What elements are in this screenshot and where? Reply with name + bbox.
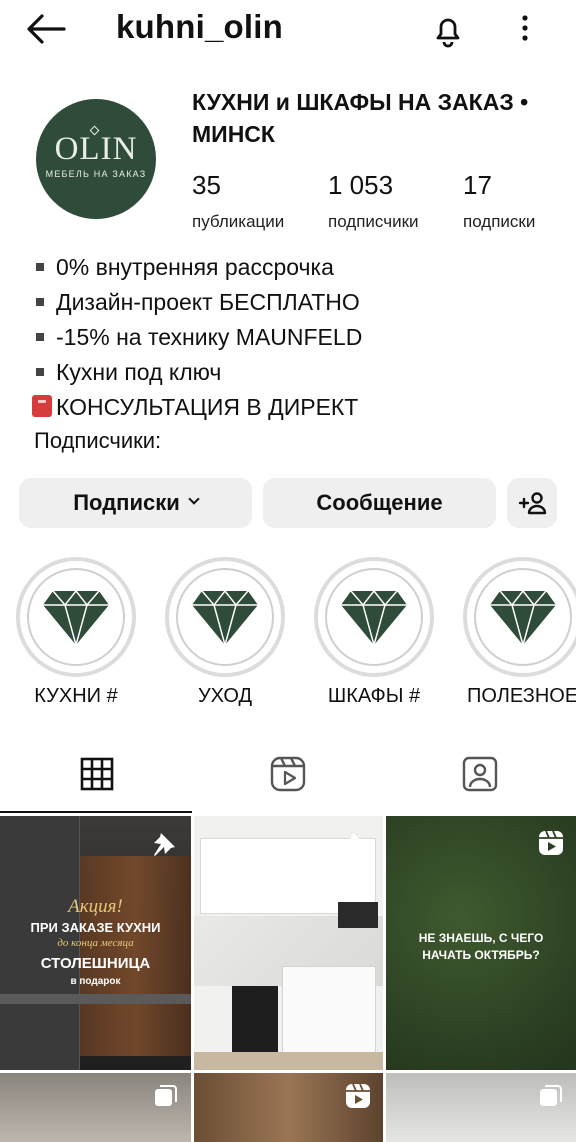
stat-following-value: 17 bbox=[463, 170, 492, 200]
highlight-ring bbox=[314, 557, 434, 677]
stat-following[interactable]: 17 подписки bbox=[463, 170, 535, 232]
profile-display-name: КУХНИ и ШКАФЫ НА ЗАКАЗ • МИНСК bbox=[192, 86, 562, 150]
post-thumbnail[interactable] bbox=[194, 816, 383, 1070]
pin-icon bbox=[346, 833, 367, 856]
reels-icon bbox=[346, 1083, 370, 1108]
post-caption-overlay: НЕ ЗНАЕШЬ, С ЧЕГО НАЧАТЬ ОКТЯБРЬ? bbox=[386, 930, 576, 964]
diamond-icon bbox=[43, 589, 109, 647]
highlight-item[interactable]: ШКАФЫ # bbox=[314, 557, 434, 708]
add-person-icon bbox=[518, 492, 547, 515]
post-caption-line: НАЧАТЬ ОКТЯБРЬ? bbox=[422, 948, 540, 962]
bullet-square-icon bbox=[36, 262, 44, 271]
post-thumbnail[interactable] bbox=[0, 1073, 191, 1142]
reels-icon[interactable] bbox=[268, 754, 308, 794]
bio-line-text: 0% внутренняя рассрочка bbox=[56, 254, 334, 280]
suggest-users-button[interactable] bbox=[507, 478, 557, 528]
carousel-icon bbox=[155, 1085, 177, 1106]
highlight-cover bbox=[176, 568, 274, 666]
stat-posts-value: 35 bbox=[192, 170, 221, 200]
diamond-icon bbox=[341, 589, 407, 647]
avatar-subtitle: МЕБЕЛЬ НА ЗАКАЗ bbox=[45, 169, 147, 179]
post-image-detail bbox=[0, 994, 191, 1004]
bio-line: Дизайн-проект БЕСПЛАТНО bbox=[36, 285, 362, 320]
highlight-ring bbox=[463, 557, 576, 677]
post-thumbnail[interactable]: Акция! ПРИ ЗАКАЗЕ КУХНИ до конца месяца … bbox=[0, 816, 191, 1070]
post-image-detail bbox=[232, 986, 278, 1052]
bio-line: Кухни под ключ bbox=[36, 355, 362, 390]
highlight-label: КУХНИ # bbox=[34, 685, 118, 707]
highlight-cover bbox=[474, 568, 572, 666]
top-bar: kuhni_olin bbox=[0, 0, 576, 60]
highlight-item[interactable]: УХОД bbox=[165, 557, 285, 708]
highlight-ring bbox=[165, 557, 285, 677]
profile-name-line1: КУХНИ и ШКАФЫ НА ЗАКАЗ • bbox=[192, 89, 529, 115]
more-options-icon[interactable] bbox=[513, 10, 537, 46]
tagged-user-icon[interactable] bbox=[460, 754, 500, 794]
stat-following-label: подписки bbox=[463, 212, 536, 231]
bio-line-text: Дизайн-проект БЕСПЛАТНО bbox=[56, 289, 360, 315]
highlight-label: УХОД bbox=[197, 685, 253, 707]
stat-followers-label: подписчики bbox=[328, 212, 419, 231]
reels-icon bbox=[539, 830, 563, 855]
profile-bio: 0% внутренняя рассрочка Дизайн-проект БЕ… bbox=[32, 250, 362, 425]
post-image-detail bbox=[338, 902, 378, 928]
highlight-ring bbox=[16, 557, 136, 677]
diamond-icon bbox=[192, 589, 258, 647]
mutual-followers-label[interactable]: Подписчики: bbox=[34, 428, 161, 454]
profile-avatar[interactable]: OLIN МЕБЕЛЬ НА ЗАКАЗ bbox=[36, 99, 156, 219]
following-button[interactable]: Подписки bbox=[19, 478, 252, 528]
highlight-cover bbox=[325, 568, 423, 666]
post-promo-line: до конца месяца bbox=[57, 937, 134, 949]
bullet-square-icon bbox=[36, 367, 44, 376]
bullet-square-icon bbox=[36, 332, 44, 341]
post-thumbnail[interactable]: НЕ ЗНАЕШЬ, С ЧЕГО НАЧАТЬ ОКТЯБРЬ? bbox=[386, 816, 576, 1070]
highlight-label: ПОЛЕЗНОЕ bbox=[467, 685, 576, 707]
highlight-cover bbox=[27, 568, 125, 666]
pin-icon bbox=[154, 833, 175, 856]
profile-name-line2: МИНСК bbox=[192, 121, 275, 147]
diamond-icon bbox=[490, 589, 556, 647]
bio-cta-line: КОНСУЛЬТАЦИЯ В ДИРЕКТ bbox=[32, 390, 362, 425]
grid-icon[interactable] bbox=[77, 754, 117, 794]
avatar-logo-text: OLIN bbox=[54, 131, 138, 167]
bio-line-text: Кухни под ключ bbox=[56, 359, 222, 385]
post-image-detail bbox=[194, 1052, 383, 1070]
stat-followers[interactable]: 1 053 подписчики bbox=[328, 170, 419, 232]
post-caption-line: НЕ ЗНАЕШЬ, С ЧЕГО bbox=[418, 931, 544, 945]
bell-icon[interactable] bbox=[428, 10, 468, 50]
mailbox-icon bbox=[32, 394, 52, 417]
bullet-square-icon bbox=[36, 297, 44, 306]
active-tab-indicator bbox=[0, 811, 192, 813]
highlight-item[interactable]: КУХНИ # bbox=[16, 557, 136, 708]
post-image-detail bbox=[282, 966, 376, 1056]
bio-line: -15% на технику MAUNFELD bbox=[36, 320, 362, 355]
stat-followers-value: 1 053 bbox=[328, 170, 394, 200]
message-button[interactable]: Сообщение bbox=[263, 478, 496, 528]
back-arrow-icon[interactable] bbox=[24, 12, 68, 46]
following-button-label: Подписки bbox=[73, 490, 180, 515]
post-promo-line: СТОЛЕШНИЦА bbox=[40, 955, 151, 972]
post-thumbnail[interactable] bbox=[386, 1073, 576, 1142]
post-thumbnail[interactable] bbox=[194, 1073, 383, 1142]
post-promo-title: Акция! bbox=[68, 896, 123, 917]
bio-line: 0% внутренняя рассрочка bbox=[36, 250, 362, 285]
chevron-down-icon bbox=[188, 493, 200, 505]
profile-username: kuhni_olin bbox=[116, 8, 283, 45]
highlight-label: ШКАФЫ # bbox=[327, 685, 421, 707]
carousel-icon bbox=[540, 1085, 562, 1106]
highlight-item[interactable]: ПОЛЕЗНОЕ bbox=[463, 557, 576, 708]
stat-posts[interactable]: 35 публикации bbox=[192, 170, 284, 232]
post-promo-line: в подарок bbox=[70, 976, 121, 987]
bio-line-text: -15% на технику MAUNFELD bbox=[56, 324, 363, 350]
stat-posts-label: публикации bbox=[192, 212, 285, 231]
post-promo-line: ПРИ ЗАКАЗЕ КУХНИ bbox=[30, 920, 161, 935]
message-button-label: Сообщение bbox=[316, 490, 443, 515]
bio-cta-text: КОНСУЛЬТАЦИЯ В ДИРЕКТ bbox=[56, 394, 359, 420]
